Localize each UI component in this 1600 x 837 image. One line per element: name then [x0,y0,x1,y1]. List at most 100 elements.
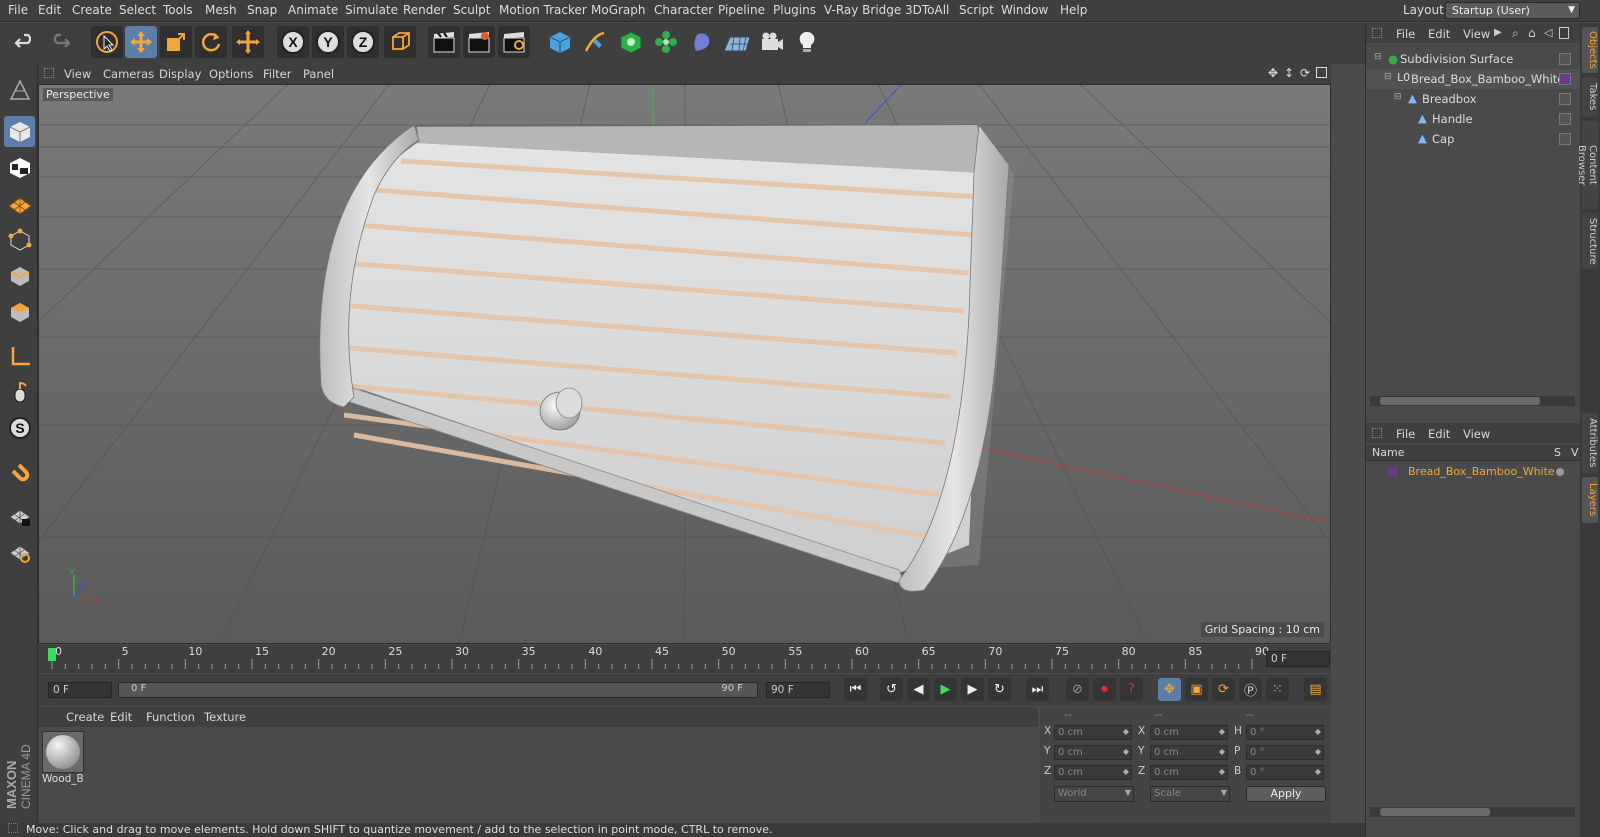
object-row-subdivision[interactable]: ⊟ ● Subdivision Surface [1366,49,1581,69]
tab-structure[interactable]: Structure [1582,213,1598,269]
3d-viewport[interactable]: Y Z X Perspective Grid Spacing : 10 cm [38,84,1331,644]
material-menu-create[interactable]: Create [66,710,104,724]
key-parameter-icon[interactable]: Ⓟ [1239,678,1262,701]
visibility-toggle[interactable] [1559,93,1571,105]
rot-p-field[interactable]: 0 ° ◆ [1246,745,1324,760]
layer-menu-file[interactable]: File [1396,427,1415,441]
cube-icon[interactable] [544,26,576,58]
grid-icon[interactable] [4,536,35,567]
move-icon[interactable] [125,26,157,58]
go-to-start-icon[interactable]: ⏮ [844,678,867,701]
redo-icon[interactable] [44,26,76,58]
pos-z-field[interactable]: 0 cm ◆ [1054,765,1132,780]
live-selection-icon[interactable] [91,26,123,58]
menu-motion-tracker[interactable]: Motion Tracker [499,3,587,17]
object-row-cap[interactable]: ▲ Cap [1366,129,1581,149]
size-z-field[interactable]: 0 cm ◆ [1150,765,1228,780]
key-scale-icon[interactable]: ▣ [1185,678,1208,701]
horizontal-scrollbar[interactable] [1370,396,1575,406]
keyframe-selection-icon[interactable]: ? [1120,678,1143,701]
menu-pipeline[interactable]: Pipeline [718,3,765,17]
menu-tools[interactable]: Tools [163,3,193,17]
size-mode-dropdown[interactable]: Scale ▼ [1150,786,1230,802]
menu-snap[interactable]: Snap [247,3,277,17]
objmgr-menu-file[interactable]: File [1396,27,1415,41]
object-row-breadbox[interactable]: ⊟ ▲ Breadbox [1366,89,1581,109]
prev-frame-icon[interactable]: ◀ [907,678,930,701]
x-axis-icon[interactable]: X [277,26,309,58]
size-x-field[interactable]: 0 cm ◆ [1150,725,1228,740]
menu-window[interactable]: Window [1001,3,1048,17]
viewport-menu-cameras[interactable]: Cameras [103,67,154,81]
camera-icon[interactable] [756,26,788,58]
solo-toggle[interactable] [1556,468,1564,476]
object-row-bread-box[interactable]: ⊟ L0 Bread_Box_Bamboo_White [1366,69,1581,89]
viewport-menu-filter[interactable]: Filter [263,67,291,81]
visibility-toggle[interactable] [1559,133,1571,145]
arrow-right-icon[interactable]: ▶ [1494,27,1502,38]
start-frame-field[interactable]: 0 F [48,682,112,698]
next-frame-icon[interactable]: ▶ [961,678,984,701]
layer-menu-view[interactable]: View [1463,427,1490,441]
tab-takes[interactable]: Takes [1582,77,1598,117]
playhead-marker[interactable] [48,648,56,661]
tab-layers[interactable]: Layers [1582,477,1598,523]
lock-workplane-icon[interactable] [4,500,35,531]
apply-button[interactable]: Apply [1246,786,1326,802]
rot-h-field[interactable]: 0 ° ◆ [1246,725,1324,740]
viewport-menu-options[interactable]: Options [209,67,253,81]
tweak-icon[interactable] [4,376,35,407]
autokey-icon[interactable]: ⏺ [1093,678,1116,701]
collapse-icon[interactable]: ⊟ [1394,92,1402,102]
next-key-icon[interactable]: ↻ [988,678,1011,701]
coord-system-dropdown[interactable]: World ▼ [1054,786,1134,802]
visibility-toggle[interactable] [1559,53,1571,65]
new-panel-icon[interactable] [1559,27,1569,39]
home-icon[interactable]: ⌂ [1528,26,1536,40]
ruler-track[interactable]: 0 5 10 15 20 25 30 35 40 45 50 55 60 65 70 75 80 85 90 [48,645,1269,673]
menu-animate[interactable]: Animate [288,3,338,17]
magnet-icon[interactable] [4,456,35,487]
menu-create[interactable]: Create [72,3,112,17]
texture-mode-icon[interactable] [4,152,35,183]
light-icon[interactable] [791,26,823,58]
menu-mesh[interactable]: Mesh [205,3,237,17]
timeline-window-icon[interactable]: ▤ [1304,678,1327,701]
move-active-icon[interactable] [232,26,264,58]
prev-key-icon[interactable]: ↺ [880,678,903,701]
y-axis-icon[interactable]: Y [312,26,344,58]
menu-plugins[interactable]: Plugins [773,3,816,17]
collapse-icon[interactable]: ⊟ [1374,52,1382,62]
layer-color-swatch[interactable] [1559,73,1571,85]
rotate-view-icon[interactable]: ⟳ [1300,66,1310,80]
objmgr-menu-view[interactable]: View [1463,27,1490,41]
material-menu-texture[interactable]: Texture [204,710,246,724]
layer-color-swatch[interactable] [1388,467,1398,477]
pan-view-icon[interactable]: ✥ [1268,66,1278,80]
menu-render[interactable]: Render [403,3,446,17]
menu-select[interactable]: Select [119,3,156,17]
make-editable-icon[interactable] [4,74,35,105]
viewport-menu-view[interactable]: View [64,67,91,81]
points-mode-icon[interactable] [4,224,35,255]
layer-menu-edit[interactable]: Edit [1428,427,1450,441]
menu-file[interactable]: File [8,3,28,17]
workplane-icon[interactable] [4,188,35,219]
world-coords-icon[interactable] [384,26,416,58]
maximize-view-icon[interactable] [1316,67,1327,78]
current-frame-field[interactable]: 0 F [1266,651,1330,667]
tab-content-browser[interactable]: Content Browser [1576,121,1598,209]
frame-range-slider[interactable]: 0 F 90 F [118,682,758,698]
menu-vray-bridge[interactable]: V-Ray Bridge [824,3,901,17]
menu-script[interactable]: Script [959,3,994,17]
pos-x-field[interactable]: 0 cm ◆ [1054,725,1132,740]
visibility-toggle[interactable] [1559,113,1571,125]
rot-b-field[interactable]: 0 ° ◆ [1246,765,1324,780]
render-settings-icon[interactable] [498,26,530,58]
snap-icon[interactable]: S [4,412,35,443]
pos-y-field[interactable]: 0 cm ◆ [1054,745,1132,760]
deformer-icon[interactable] [686,26,718,58]
tab-objects[interactable]: Objects [1582,27,1598,73]
end-frame-field[interactable]: 90 F [766,682,830,698]
tab-attributes[interactable]: Attributes [1582,413,1598,473]
